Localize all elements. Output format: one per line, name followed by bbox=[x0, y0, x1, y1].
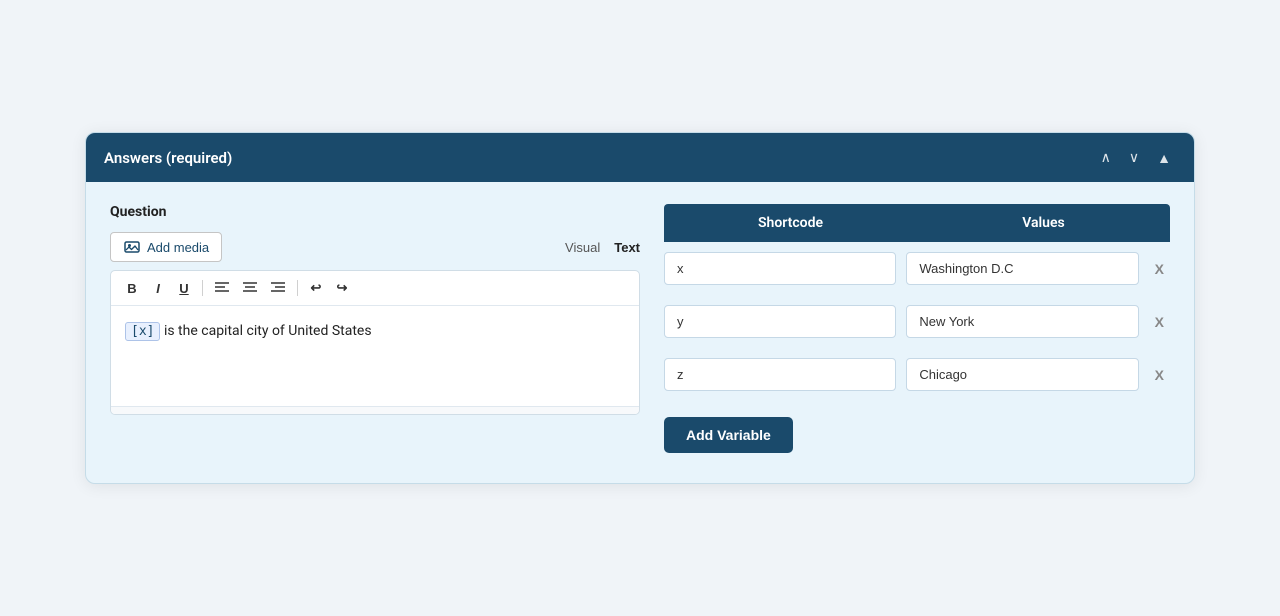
add-variable-button[interactable]: Add Variable bbox=[664, 417, 793, 453]
toolbar-divider-2 bbox=[297, 280, 298, 296]
shortcode-tag: [x] bbox=[125, 322, 160, 341]
media-icon bbox=[123, 238, 141, 256]
add-media-label: Add media bbox=[147, 240, 209, 255]
remove-row-3-button[interactable]: X bbox=[1149, 366, 1170, 384]
col-shortcode: Shortcode bbox=[664, 204, 917, 242]
collapse-down-button[interactable]: ∨ bbox=[1124, 147, 1144, 168]
value-input-1[interactable] bbox=[906, 252, 1138, 285]
collapse-up-button[interactable]: ∧ bbox=[1096, 147, 1116, 168]
undo-button[interactable]: ↩ bbox=[305, 277, 327, 299]
variables-section: Shortcode Values X X bbox=[664, 204, 1170, 453]
table-row: X bbox=[664, 295, 1170, 348]
shortcode-input-3[interactable] bbox=[664, 358, 896, 391]
tab-visual[interactable]: Visual bbox=[565, 238, 600, 257]
view-tabs: Visual Text bbox=[565, 238, 640, 257]
editor-text: is the capital city of United States bbox=[160, 323, 371, 339]
value-input-3[interactable] bbox=[906, 358, 1138, 391]
add-media-button[interactable]: Add media bbox=[110, 232, 222, 262]
header-controls: ∧ ∨ ▲ bbox=[1096, 147, 1176, 168]
table-rows: X X X bbox=[664, 242, 1170, 401]
editor-box: B I U ↩ ↪ bbox=[110, 270, 640, 415]
panel-header: Answers (required) ∧ ∨ ▲ bbox=[86, 133, 1194, 182]
main-container: Answers (required) ∧ ∨ ▲ Question bbox=[85, 132, 1195, 484]
table-row: X bbox=[664, 348, 1170, 401]
collapse-panel-button[interactable]: ▲ bbox=[1152, 148, 1176, 168]
editor-content[interactable]: [x] is the capital city of United States bbox=[111, 306, 639, 406]
table-row: X bbox=[664, 242, 1170, 295]
content-area: Question Add media Visual bbox=[86, 182, 1194, 483]
align-left-button[interactable] bbox=[210, 278, 234, 299]
editor-toolbar-top: Add media Visual Text bbox=[110, 232, 640, 262]
table-header: Shortcode Values bbox=[664, 204, 1170, 242]
shortcode-input-1[interactable] bbox=[664, 252, 896, 285]
question-section: Question Add media Visual bbox=[110, 204, 640, 453]
remove-row-2-button[interactable]: X bbox=[1149, 313, 1170, 331]
bold-button[interactable]: B bbox=[121, 278, 143, 299]
align-right-button[interactable] bbox=[266, 278, 290, 299]
question-label: Question bbox=[110, 204, 640, 220]
redo-button[interactable]: ↪ bbox=[331, 277, 353, 299]
value-input-2[interactable] bbox=[906, 305, 1138, 338]
panel-title: Answers (required) bbox=[104, 149, 232, 167]
tab-text[interactable]: Text bbox=[614, 238, 640, 257]
editor-bottom-bar bbox=[111, 406, 639, 414]
italic-button[interactable]: I bbox=[147, 278, 169, 299]
remove-row-1-button[interactable]: X bbox=[1149, 260, 1170, 278]
shortcode-input-2[interactable] bbox=[664, 305, 896, 338]
col-values: Values bbox=[917, 204, 1170, 242]
underline-button[interactable]: U bbox=[173, 278, 195, 299]
toolbar-divider bbox=[202, 280, 203, 296]
align-center-button[interactable] bbox=[238, 278, 262, 299]
format-toolbar: B I U ↩ ↪ bbox=[111, 271, 639, 306]
